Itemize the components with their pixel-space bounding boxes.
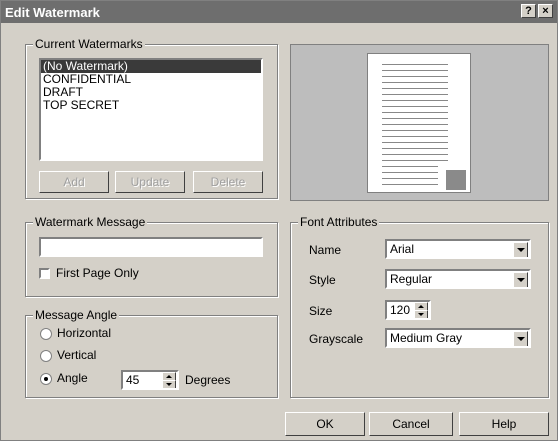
first-page-only-checkbox[interactable] <box>39 268 50 279</box>
font-size-value: 120 <box>390 303 411 317</box>
angle-label: Angle <box>57 371 88 385</box>
preview-text-line <box>382 112 448 113</box>
help-button[interactable]: Help <box>459 412 549 436</box>
close-icon[interactable]: × <box>538 4 553 18</box>
update-button[interactable]: Update <box>115 171 185 193</box>
horizontal-label: Horizontal <box>57 326 112 340</box>
spin-down-icon[interactable] <box>162 380 176 388</box>
preview-text-line <box>382 130 448 131</box>
spin-down-icon[interactable] <box>414 310 428 318</box>
dialog-title: Edit Watermark <box>5 5 100 20</box>
font-size-input[interactable]: 120 <box>385 300 431 320</box>
preview-watermark-mark <box>446 170 466 190</box>
dropdown-arrow-icon[interactable] <box>513 272 528 287</box>
preview-text-line <box>382 148 448 149</box>
help-icon[interactable]: ? <box>521 4 536 18</box>
angle-spinner[interactable] <box>162 372 176 388</box>
preview-text-line <box>382 76 448 77</box>
edit-watermark-dialog: Edit Watermark ? × Current Watermarks (N… <box>0 0 558 441</box>
preview-text-line <box>382 178 438 179</box>
grayscale-value: Medium Gray <box>390 331 463 345</box>
preview-text-line <box>382 100 448 101</box>
grayscale-select[interactable]: Medium Gray <box>385 328 531 348</box>
message-angle-label: Message Angle <box>33 308 120 322</box>
angle-input[interactable]: 45 <box>121 370 179 390</box>
angle-radio[interactable] <box>40 373 52 385</box>
preview-text-line <box>382 136 448 137</box>
watermark-message-label: Watermark Message <box>33 215 148 229</box>
preview-text-line <box>382 70 448 71</box>
list-item[interactable]: TOP SECRET <box>41 99 261 112</box>
font-name-value: Arial <box>390 242 415 256</box>
preview-text-line <box>382 166 438 167</box>
font-style-label: Style <box>309 273 336 287</box>
dropdown-arrow-icon[interactable] <box>513 242 528 257</box>
preview-text-line <box>382 184 438 185</box>
watermark-preview <box>290 44 549 201</box>
font-style-select[interactable]: Regular <box>385 269 531 289</box>
size-spinner[interactable] <box>414 302 428 318</box>
preview-text-line <box>382 154 448 155</box>
preview-text-line <box>382 64 448 65</box>
preview-text-line <box>382 160 448 161</box>
watermark-list[interactable]: (No Watermark) CONFIDENTIAL DRAFT TOP SE… <box>39 58 263 161</box>
add-button[interactable]: Add <box>39 171 109 193</box>
preview-text-line <box>382 124 448 125</box>
horizontal-radio[interactable] <box>40 328 52 340</box>
preview-text-line <box>382 118 448 119</box>
watermark-message-input[interactable] <box>39 237 263 257</box>
vertical-radio[interactable] <box>40 350 52 362</box>
preview-text-line <box>382 82 448 83</box>
first-page-only-label: First Page Only <box>56 266 139 280</box>
preview-text-line <box>382 94 448 95</box>
dropdown-arrow-icon[interactable] <box>513 331 528 346</box>
preview-page <box>367 53 471 193</box>
cancel-button[interactable]: Cancel <box>369 412 453 436</box>
current-watermarks-label: Current Watermarks <box>33 37 145 51</box>
degrees-label: Degrees <box>185 373 231 387</box>
font-attributes-label: Font Attributes <box>298 215 380 229</box>
font-style-value: Regular <box>390 272 433 286</box>
preview-text-line <box>382 88 448 89</box>
font-name-select[interactable]: Arial <box>385 239 531 259</box>
title-bar: Edit Watermark ? × <box>1 1 557 23</box>
preview-text-line <box>382 172 438 173</box>
font-size-label: Size <box>309 304 333 318</box>
preview-text-line <box>382 142 448 143</box>
font-name-label: Name <box>309 243 342 257</box>
watermark-message-group: Watermark Message <box>25 215 278 297</box>
grayscale-label: Grayscale <box>309 332 364 346</box>
delete-button[interactable]: Delete <box>193 171 263 193</box>
ok-button[interactable]: OK <box>285 412 365 436</box>
vertical-label: Vertical <box>57 348 97 362</box>
preview-text-line <box>382 106 448 107</box>
angle-value: 45 <box>126 373 140 387</box>
